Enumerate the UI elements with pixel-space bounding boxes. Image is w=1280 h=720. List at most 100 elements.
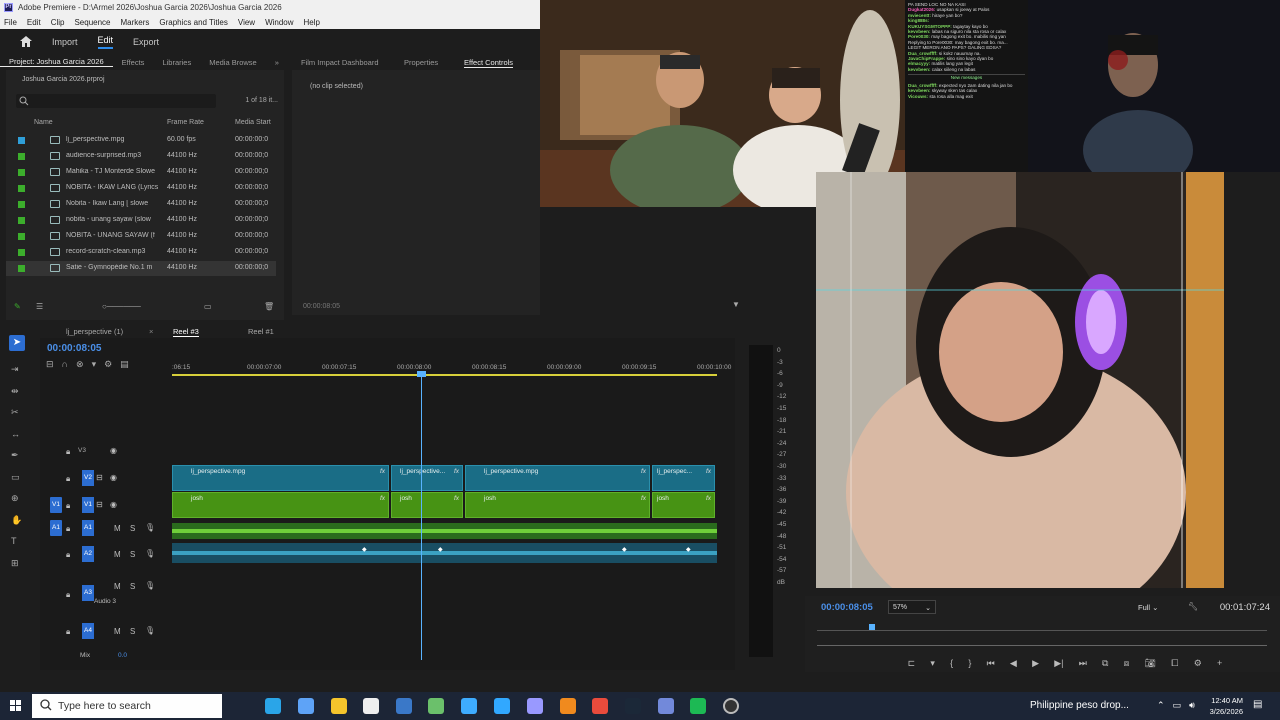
file-explorer-icon[interactable] xyxy=(363,698,379,714)
mark-out-icon[interactable]: { xyxy=(950,658,953,668)
project-list-item[interactable]: record-scratch-clean.mp3 44100 Hz 00:00:… xyxy=(6,245,276,260)
type-tool-icon[interactable]: ⊕ xyxy=(11,488,22,510)
filter-icon[interactable]: ▼ xyxy=(732,300,740,309)
menu-window[interactable]: Window xyxy=(265,18,293,27)
col-frame-rate[interactable]: Frame Rate xyxy=(167,119,204,126)
sync-icon[interactable]: ⊟ xyxy=(96,500,103,509)
label-color-swatch[interactable] xyxy=(18,217,25,224)
nest-icon[interactable]: ⊟ xyxy=(46,359,54,370)
audio-lanes[interactable]: ◆ ◆ ◆ ◆ xyxy=(172,519,717,567)
mute-button[interactable]: M xyxy=(114,582,121,591)
video-clip[interactable]: josh fx xyxy=(391,492,463,518)
video-clip[interactable]: josh fx xyxy=(652,492,715,518)
col-name[interactable]: Name xyxy=(34,119,53,126)
tab-properties[interactable]: Properties xyxy=(404,58,438,67)
mute-button[interactable]: M xyxy=(114,524,121,533)
monitor-playhead[interactable] xyxy=(869,624,875,630)
pen-icon[interactable]: ✒ xyxy=(11,445,22,467)
obs-icon[interactable] xyxy=(723,698,739,714)
video-clip[interactable]: lj_perspective.mpg fx xyxy=(465,465,650,491)
mix-value[interactable]: 0.0 xyxy=(118,652,127,659)
compare-icon[interactable]: ⧠ xyxy=(1171,658,1178,669)
eye-icon[interactable]: ◉ xyxy=(110,500,117,509)
new-bin-icon[interactable]: ▭ xyxy=(204,302,212,311)
solo-button[interactable]: S xyxy=(130,627,135,636)
zoom-slider[interactable]: ○────── xyxy=(102,302,141,311)
project-list-item[interactable]: lj_perspective.mpg 60.00 fps 00:00:00:0 xyxy=(6,133,276,148)
settings-icon[interactable]: ⚙ xyxy=(1194,658,1202,669)
menu-help[interactable]: Help xyxy=(304,18,320,27)
lock-icon[interactable]: 🔒︎ xyxy=(66,550,70,560)
lift-icon[interactable]: ⧉ xyxy=(1102,658,1108,669)
tab-edit[interactable]: Edit xyxy=(97,35,114,49)
video-clip[interactable]: lj_perspective.mpg fx xyxy=(172,465,389,491)
solo-button[interactable]: S xyxy=(130,550,135,559)
extract-icon[interactable]: ⧈ xyxy=(1124,658,1130,669)
project-list-item[interactable]: NOBITA - UNANG SAYAW (f 44100 Hz 00:00:0… xyxy=(6,229,276,244)
steam-icon[interactable] xyxy=(625,698,641,714)
store-icon[interactable] xyxy=(396,698,412,714)
vlc-icon[interactable] xyxy=(560,698,576,714)
video-clip[interactable]: josh fx xyxy=(465,492,650,518)
track-select-icon[interactable]: ⇥ xyxy=(11,359,22,381)
monitor-time-ruler[interactable] xyxy=(817,621,1267,631)
add-marker-icon[interactable]: ▾ xyxy=(930,658,935,669)
project-list-item[interactable]: Mahika - TJ Monterde Slowe 44100 Hz 00:0… xyxy=(6,165,276,180)
volume-icon[interactable]: 🔊︎ xyxy=(1189,700,1195,711)
pencil-icon[interactable]: ✎ xyxy=(14,302,21,311)
premiere-icon[interactable] xyxy=(527,698,543,714)
lock-icon[interactable]: 🔒︎ xyxy=(66,474,70,484)
solo-button[interactable]: S xyxy=(130,524,135,533)
home-icon[interactable] xyxy=(20,36,32,47)
lock-icon[interactable]: 🔒︎ xyxy=(66,501,70,511)
close-tab-icon[interactable]: × xyxy=(149,327,153,336)
tab-effects[interactable]: Effects xyxy=(113,58,154,67)
solo-button[interactable]: S xyxy=(130,582,135,591)
monitor-scroll-bar[interactable] xyxy=(817,645,1267,646)
menu-edit[interactable]: Edit xyxy=(27,18,41,27)
eye-icon[interactable]: ◉ xyxy=(110,473,117,482)
tab-export[interactable]: Export xyxy=(133,37,159,47)
network-icon[interactable]: ▭ xyxy=(1173,700,1182,711)
marker-icon[interactable]: ▾ xyxy=(92,359,97,370)
program-monitor-view[interactable] xyxy=(816,172,1224,588)
mic-icon[interactable]: 🎙︎ xyxy=(145,581,155,590)
caption-track-icon[interactable]: ▤ xyxy=(120,359,129,370)
mute-button[interactable]: M xyxy=(114,627,121,636)
taskbar-search-input[interactable]: Type here to search xyxy=(32,694,222,718)
tray-chevron-icon[interactable]: ⌃ xyxy=(1157,700,1165,711)
lock-icon[interactable]: 🔒︎ xyxy=(66,447,70,457)
label-color-swatch[interactable] xyxy=(18,137,25,144)
quality-select[interactable]: Full ⌄ xyxy=(1138,603,1158,612)
video-clip[interactable]: lj_perspec... fx xyxy=(652,465,715,491)
project-list-item[interactable]: Nobita - Ikaw Lang [ slowe 44100 Hz 00:0… xyxy=(6,197,276,212)
lock-icon[interactable]: 🔒︎ xyxy=(66,627,70,637)
text-tool-icon[interactable]: T xyxy=(11,531,22,553)
label-color-swatch[interactable] xyxy=(18,201,25,208)
play-icon[interactable]: ▶ xyxy=(1032,658,1039,669)
tab-film-impact[interactable]: Film Impact Dashboard xyxy=(301,58,379,67)
tab-media-browser[interactable]: Media Browse xyxy=(200,58,266,67)
tab-import[interactable]: Import xyxy=(52,37,78,47)
menu-clip[interactable]: Clip xyxy=(51,18,65,27)
ripple-edit-icon[interactable]: ⇹ xyxy=(11,381,22,403)
chrome-icon[interactable] xyxy=(592,698,608,714)
camera-icon[interactable]: 📷︎ xyxy=(1145,658,1156,669)
program-timecode[interactable]: 00:00:08:05 xyxy=(821,602,873,613)
project-search-input[interactable] xyxy=(16,94,216,108)
next-frame-icon[interactable]: ▶| xyxy=(1054,658,1063,669)
step-forward-icon[interactable]: ⏭ xyxy=(1079,658,1087,669)
menu-file[interactable]: File xyxy=(4,18,17,27)
windows-icon[interactable] xyxy=(10,700,22,712)
label-color-swatch[interactable] xyxy=(18,153,25,160)
project-list-item[interactable]: audience-surprised.mp3 44100 Hz 00:00:00… xyxy=(6,149,276,164)
work-area-bar[interactable] xyxy=(172,374,717,376)
mark-in-icon[interactable]: ⊏ xyxy=(908,658,916,669)
col-media-start[interactable]: Media Start xyxy=(235,119,271,126)
label-color-swatch[interactable] xyxy=(18,249,25,256)
label-color-swatch[interactable] xyxy=(18,233,25,240)
eye-icon[interactable]: ◉ xyxy=(110,446,117,455)
step-back-icon[interactable]: ⏮ xyxy=(987,658,995,669)
app-icon[interactable] xyxy=(428,698,444,714)
notification-icon[interactable]: ▤ xyxy=(1253,699,1262,710)
